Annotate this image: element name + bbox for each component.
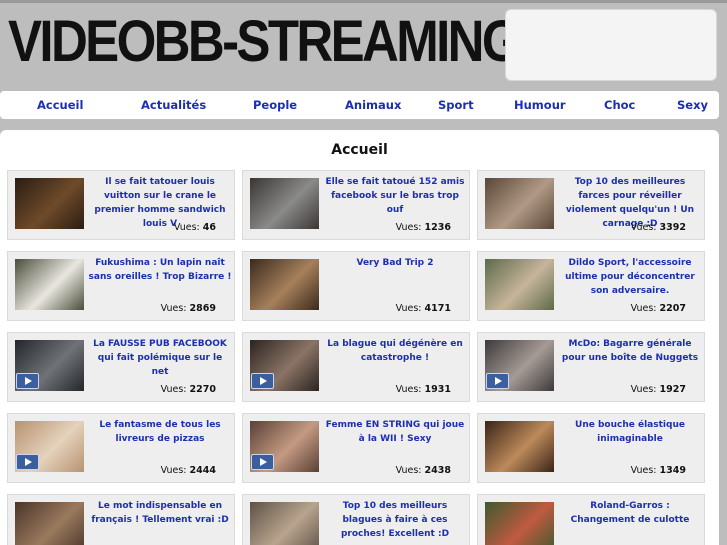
view-count: Vues: 1927 [631, 384, 686, 395]
nav-item-sport[interactable]: Sport [438, 98, 474, 112]
views-label: Vues: [173, 222, 200, 233]
video-title-link[interactable]: Le mot indispensable en français ! Telle… [88, 499, 232, 527]
views-number: 3392 [659, 222, 686, 233]
video-title-link[interactable]: Dildo Sport, l'accessoire ultime pour dé… [558, 256, 702, 298]
video-title-link[interactable]: La FAUSSE PUB FACEBOOK qui fait polémiqu… [88, 337, 232, 379]
video-title-link[interactable]: Very Bad Trip 2 [323, 256, 467, 270]
video-card[interactable]: Une bouche élastique inimaginable Vues: 1… [477, 413, 705, 483]
view-count: Vues: 4171 [396, 303, 451, 314]
nav-item-choc[interactable]: Choc [604, 98, 635, 112]
video-card[interactable]: Top 10 des meilleurs blagues à faire à c… [242, 494, 470, 545]
views-number: 1349 [659, 465, 686, 476]
nav-item-people[interactable]: People [253, 98, 297, 112]
site-logo[interactable]: VIDEOBB-STREAMING [8, 6, 589, 78]
play-icon[interactable] [16, 373, 39, 389]
views-label: Vues: [160, 465, 187, 476]
view-count: Vues: 1236 [396, 222, 451, 233]
video-thumbnail[interactable] [485, 340, 554, 391]
view-count: Vues: 3392 [631, 222, 686, 233]
views-number: 2270 [189, 384, 216, 395]
video-thumbnail[interactable] [250, 259, 319, 310]
play-icon[interactable] [251, 454, 274, 470]
views-number: 2444 [189, 465, 216, 476]
nav-item-humour[interactable]: Humour [514, 98, 566, 112]
play-icon[interactable] [486, 373, 509, 389]
video-title-link[interactable]: Fukushima : Un lapin naît sans oreilles … [88, 256, 232, 284]
video-card[interactable]: Top 10 des meilleures farces pour réveil… [477, 170, 705, 240]
video-card[interactable]: Very Bad Trip 2 Vues: 4171 [242, 251, 470, 321]
site-logo-text: VIDEOBB-STREAMING [8, 9, 522, 74]
video-thumbnail[interactable] [15, 340, 84, 391]
video-thumbnail[interactable] [250, 178, 319, 229]
nav-item-sexy[interactable]: Sexy [677, 98, 708, 112]
video-card[interactable]: Femme EN STRING qui joue à la WII ! Sexy… [242, 413, 470, 483]
video-thumbnail[interactable] [15, 178, 84, 229]
video-thumbnail[interactable] [15, 502, 84, 545]
play-icon[interactable] [16, 454, 39, 470]
view-count: Vues: 2444 [161, 465, 216, 476]
video-title-link[interactable]: McDo: Bagarre générale pour une boîte de… [558, 337, 702, 365]
video-card[interactable]: La blague qui dégénère en catastrophe ! V… [242, 332, 470, 402]
views-label: Vues: [630, 465, 657, 476]
video-card[interactable]: Il se fait tatouer louis vuitton sur le … [7, 170, 235, 240]
top-border [0, 0, 727, 3]
views-label: Vues: [395, 384, 422, 395]
play-icon[interactable] [251, 373, 274, 389]
views-label: Vues: [160, 384, 187, 395]
view-count: Vues: 2869 [161, 303, 216, 314]
views-label: Vues: [630, 384, 657, 395]
video-title-link[interactable]: Roland-Garros : Changement de culotte [558, 499, 702, 527]
video-title-link[interactable]: Elle se fait tatoué 152 amis facebook su… [323, 175, 467, 217]
views-number: 46 [202, 222, 216, 233]
video-thumbnail[interactable] [250, 340, 319, 391]
views-number: 2207 [659, 303, 686, 314]
video-title-link[interactable]: La blague qui dégénère en catastrophe ! [323, 337, 467, 365]
views-number: 1931 [424, 384, 451, 395]
video-thumbnail[interactable] [250, 502, 319, 545]
view-count: Vues: 46 [174, 222, 216, 233]
view-count: Vues: 2270 [161, 384, 216, 395]
view-count: Vues: 2438 [396, 465, 451, 476]
views-label: Vues: [395, 465, 422, 476]
video-card[interactable]: Fukushima : Un lapin naît sans oreilles … [7, 251, 235, 321]
view-count: Vues: 1931 [396, 384, 451, 395]
view-count: Vues: 1349 [631, 465, 686, 476]
video-thumbnail[interactable] [485, 502, 554, 545]
page-title: Accueil [331, 142, 388, 158]
video-title-link[interactable]: Top 10 des meilleurs blagues à faire à c… [323, 499, 467, 541]
views-label: Vues: [630, 222, 657, 233]
views-number: 2869 [189, 303, 216, 314]
main-nav: Accueil Actualités People Animaux Sport … [0, 91, 719, 119]
video-title-link[interactable]: Une bouche élastique inimaginable [558, 418, 702, 446]
video-card[interactable]: Elle se fait tatoué 152 amis facebook su… [242, 170, 470, 240]
view-count: Vues: 2207 [631, 303, 686, 314]
nav-item-actualites[interactable]: Actualités [141, 98, 206, 112]
video-card[interactable]: Le fantasme de tous les livreurs de pizz… [7, 413, 235, 483]
views-number: 1927 [659, 384, 686, 395]
video-thumbnail[interactable] [15, 259, 84, 310]
video-card[interactable]: McDo: Bagarre générale pour une boîte de… [477, 332, 705, 402]
nav-item-accueil[interactable]: Accueil [37, 98, 83, 112]
video-thumbnail[interactable] [485, 421, 554, 472]
views-label: Vues: [395, 222, 422, 233]
video-thumbnail[interactable] [485, 178, 554, 229]
video-title-link[interactable]: Le fantasme de tous les livreurs de pizz… [88, 418, 232, 446]
nav-item-animaux[interactable]: Animaux [345, 98, 401, 112]
views-label: Vues: [395, 303, 422, 314]
views-number: 4171 [424, 303, 451, 314]
video-card[interactable]: Dildo Sport, l'accessoire ultime pour dé… [477, 251, 705, 321]
views-label: Vues: [630, 303, 657, 314]
views-number: 2438 [424, 465, 451, 476]
video-card[interactable]: Le mot indispensable en français ! Telle… [7, 494, 235, 545]
video-thumbnail[interactable] [485, 259, 554, 310]
main-content: Accueil Il se fait tatouer louis vuitton… [0, 130, 719, 545]
video-thumbnail[interactable] [15, 421, 84, 472]
video-thumbnail[interactable] [250, 421, 319, 472]
video-card[interactable]: Roland-Garros : Changement de culotte [477, 494, 705, 545]
views-number: 1236 [424, 222, 451, 233]
views-label: Vues: [160, 303, 187, 314]
video-title-link[interactable]: Femme EN STRING qui joue à la WII ! Sexy [323, 418, 467, 446]
ad-banner-placeholder [505, 9, 717, 81]
video-card[interactable]: La FAUSSE PUB FACEBOOK qui fait polémiqu… [7, 332, 235, 402]
